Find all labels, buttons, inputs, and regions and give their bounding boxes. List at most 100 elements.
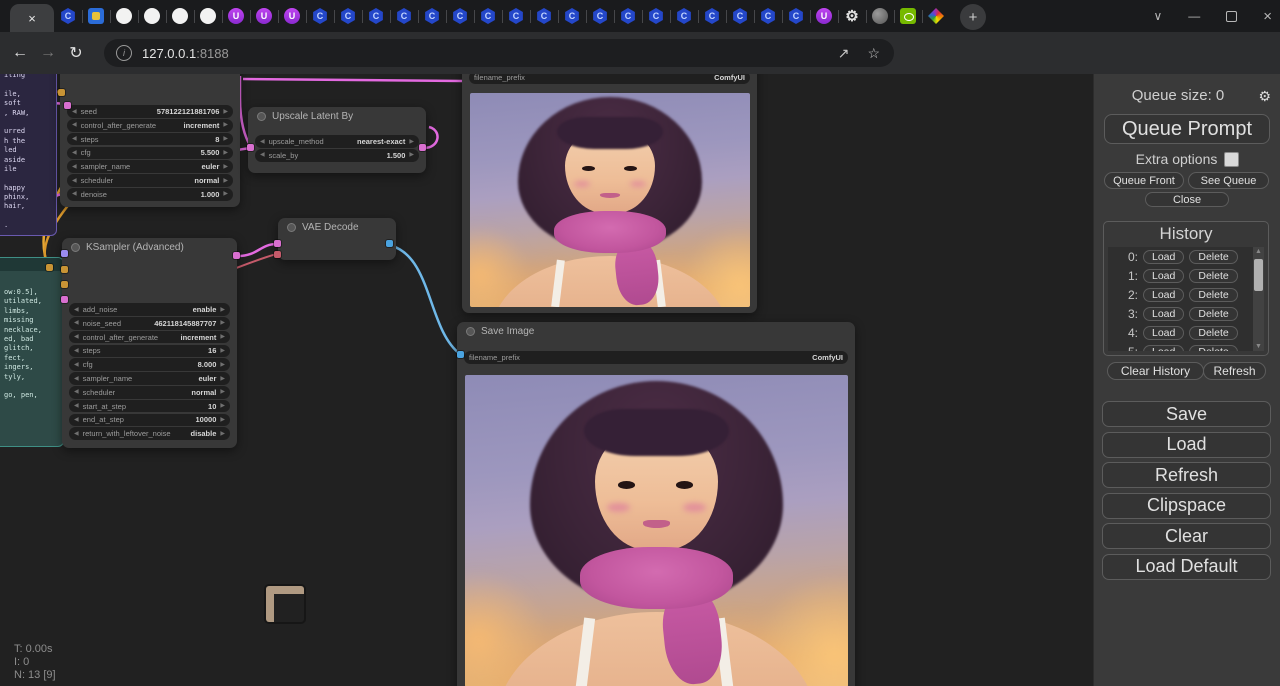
save-image-input-slot-images[interactable] (457, 351, 464, 358)
increment-arrow-icon[interactable]: ▶ (220, 431, 225, 437)
window-close-icon[interactable]: × (1263, 8, 1272, 25)
queue-prompt-button[interactable]: Queue Prompt (1104, 114, 1270, 144)
ksampler-adv-input-slot-negative[interactable] (61, 281, 68, 288)
node-ksampler[interactable]: ◀ seed 578122121881706 ▶ ◀ control_after… (60, 74, 240, 207)
browser-tab[interactable]: C (502, 1, 530, 31)
ksampler-adv-input-slot-latent-image[interactable] (61, 296, 68, 303)
browser-tab[interactable] (194, 1, 222, 31)
decrement-arrow-icon[interactable]: ◀ (72, 122, 77, 128)
history-refresh-button[interactable]: Refresh (1203, 362, 1266, 380)
widget-row[interactable]: ◀ steps 16 ▶ (69, 345, 230, 358)
history-delete-button[interactable]: Delete (1189, 250, 1237, 264)
history-delete-button[interactable]: Delete (1189, 345, 1237, 352)
upscale-input-slot-samples[interactable] (247, 144, 254, 151)
menu-action-button[interactable]: Save (1102, 401, 1271, 427)
menu-action-button[interactable]: Load Default (1102, 554, 1271, 580)
tab-search-icon[interactable]: ∨ (1153, 9, 1162, 23)
decrement-arrow-icon[interactable]: ◀ (72, 191, 77, 197)
browser-tab[interactable] (166, 1, 194, 31)
widget-row[interactable]: ◀ cfg 5.500 ▶ (67, 147, 233, 160)
history-delete-button[interactable]: Delete (1189, 288, 1237, 302)
browser-tab[interactable]: C (614, 1, 642, 31)
back-button[interactable]: ← (6, 44, 34, 62)
history-delete-button[interactable]: Delete (1189, 326, 1237, 340)
browser-tab[interactable]: U (278, 1, 306, 31)
collapse-dot[interactable] (71, 243, 80, 252)
clear-history-button[interactable]: Clear History (1107, 362, 1204, 380)
browser-tab[interactable]: C (306, 1, 334, 31)
browser-tab[interactable] (894, 1, 922, 31)
browser-tab[interactable]: C (418, 1, 446, 31)
widget-row[interactable]: ◀ return_with_leftover_noise disable ▶ (69, 427, 230, 440)
collapse-dot[interactable] (287, 223, 296, 232)
ksampler-adv-output-slot-latent[interactable] (233, 252, 240, 259)
close-button[interactable]: Close (1145, 192, 1229, 207)
browser-tab[interactable] (82, 1, 110, 31)
increment-arrow-icon[interactable]: ▶ (220, 320, 225, 326)
input-slot-conditioning[interactable] (58, 89, 65, 96)
browser-tab[interactable]: C (362, 1, 390, 31)
increment-arrow-icon[interactable]: ▶ (223, 122, 228, 128)
history-load-button[interactable]: Load (1143, 345, 1184, 352)
history-load-button[interactable]: Load (1143, 326, 1184, 340)
decrement-arrow-icon[interactable]: ◀ (72, 178, 77, 184)
new-tab-button[interactable]: + (960, 4, 986, 30)
browser-tab[interactable] (922, 1, 950, 31)
site-info-icon[interactable]: i (116, 45, 132, 61)
decrement-arrow-icon[interactable]: ◀ (74, 431, 79, 437)
decrement-arrow-icon[interactable]: ◀ (72, 136, 77, 142)
history-delete-button[interactable]: Delete (1189, 269, 1237, 283)
decrement-arrow-icon[interactable]: ◀ (74, 307, 79, 313)
increment-arrow-icon[interactable]: ▶ (223, 109, 228, 115)
vae-decode-input-slot-vae[interactable] (274, 251, 281, 258)
maximize-icon[interactable] (1226, 11, 1237, 22)
menu-action-button[interactable]: Load (1102, 432, 1271, 458)
history-load-button[interactable]: Load (1143, 250, 1184, 264)
browser-tab[interactable] (110, 1, 138, 31)
decrement-arrow-icon[interactable]: ◀ (74, 320, 79, 326)
scroll-up-icon[interactable]: ▲ (1253, 248, 1264, 255)
browser-tab[interactable]: C (726, 1, 754, 31)
increment-arrow-icon[interactable]: ▶ (223, 178, 228, 184)
widget-row[interactable]: ◀ seed 578122121881706 ▶ (67, 105, 233, 118)
widget-row[interactable]: ◀ scheduler normal ▶ (67, 174, 233, 187)
minimize-icon[interactable]: — (1188, 9, 1200, 23)
increment-arrow-icon[interactable]: ▶ (220, 389, 225, 395)
node-save-image-preview[interactable]: filename_prefix ComfyUI (462, 74, 757, 313)
browser-tab[interactable] (866, 1, 894, 31)
menu-action-button[interactable]: Refresh (1102, 462, 1271, 488)
node-vae-decode[interactable]: VAE Decode (278, 218, 396, 260)
decrement-arrow-icon[interactable]: ◀ (72, 109, 77, 115)
active-tab[interactable]: × (10, 4, 54, 32)
widget-row[interactable]: filename_prefix ComfyUI (469, 74, 750, 84)
browser-tab[interactable]: C (54, 1, 82, 31)
browser-tab[interactable]: C (334, 1, 362, 31)
widget-row[interactable]: ◀ cfg 8.000 ▶ (69, 358, 230, 371)
browser-tab[interactable]: U (810, 1, 838, 31)
ksampler-adv-input-slot-model[interactable] (61, 250, 68, 257)
decrement-arrow-icon[interactable]: ◀ (74, 362, 79, 368)
collapse-dot[interactable] (466, 327, 475, 336)
menu-action-button[interactable]: Clear (1102, 523, 1271, 549)
browser-tab[interactable]: C (642, 1, 670, 31)
clip-text-output-slot[interactable] (46, 264, 53, 271)
increment-arrow-icon[interactable]: ▶ (220, 417, 225, 423)
widget-row[interactable]: ◀ start_at_step 10 ▶ (69, 400, 230, 413)
decrement-arrow-icon[interactable]: ◀ (74, 417, 79, 423)
scroll-down-icon[interactable]: ▼ (1253, 343, 1264, 350)
widget-row[interactable]: ◀ sampler_name euler ▶ (69, 372, 230, 385)
widget-row[interactable]: ◀ end_at_step 10000 ▶ (69, 414, 230, 427)
increment-arrow-icon[interactable]: ▶ (223, 164, 228, 170)
reload-button[interactable]: ↻ (62, 43, 90, 63)
browser-tab[interactable]: U (250, 1, 278, 31)
browser-tab[interactable]: C (754, 1, 782, 31)
decrement-arrow-icon[interactable]: ◀ (74, 376, 79, 382)
history-delete-button[interactable]: Delete (1189, 307, 1237, 321)
share-icon[interactable]: ↗ (838, 45, 850, 62)
ksampler-adv-input-slot-positive[interactable] (61, 266, 68, 273)
browser-tab[interactable]: C (586, 1, 614, 31)
browser-tab[interactable]: C (446, 1, 474, 31)
increment-arrow-icon[interactable]: ▶ (220, 348, 225, 354)
scrollbar-thumb[interactable] (1254, 259, 1263, 291)
browser-tab[interactable]: U (222, 1, 250, 31)
